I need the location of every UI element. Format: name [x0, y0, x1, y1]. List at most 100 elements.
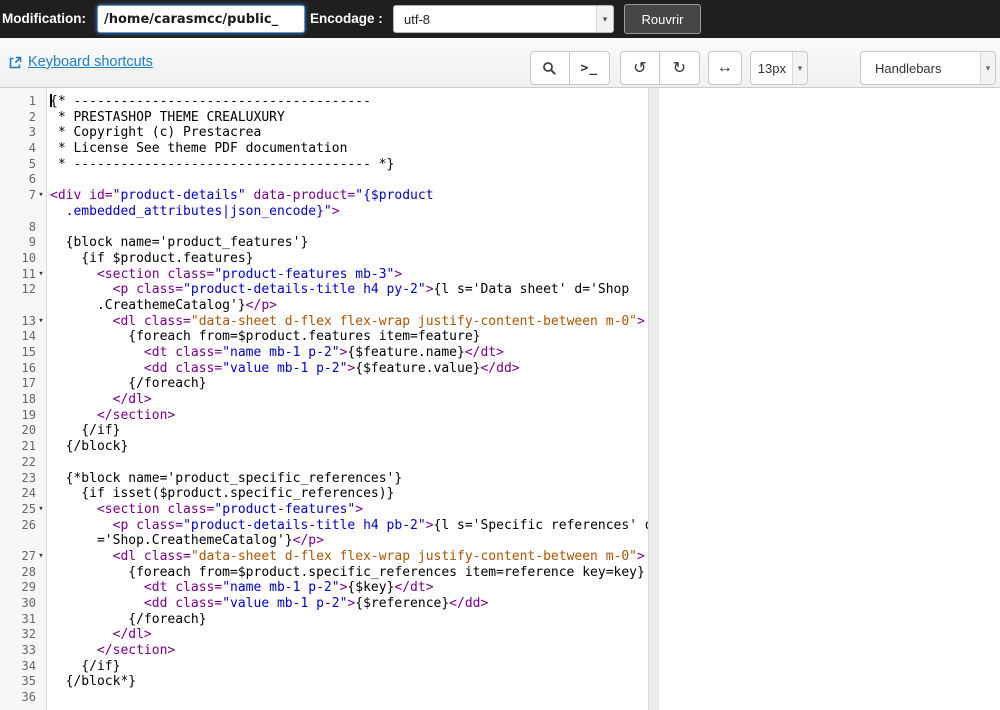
code-line[interactable]: .CreathemeCatalog'}</p>: [0, 298, 648, 314]
line-gutter: 17: [0, 376, 46, 392]
fold-arrow-icon[interactable]: ▾: [36, 549, 46, 565]
code-line[interactable]: .embedded_attributes|json_encode}">: [0, 204, 648, 220]
code-line[interactable]: 10 {if $product.features}: [0, 251, 648, 267]
code-text: {/foreach}: [50, 611, 207, 627]
line-gutter: 25 ▾: [0, 502, 46, 518]
code-line[interactable]: 8: [0, 220, 648, 236]
code-line[interactable]: 25 ▾ <section class="product-features">: [0, 502, 648, 518]
code-line[interactable]: 31 {/foreach}: [0, 612, 648, 628]
path-input[interactable]: [97, 5, 305, 33]
code-line[interactable]: 12 <p class="product-details-title h4 py…: [0, 282, 648, 298]
fold-arrow-icon[interactable]: ▾: [36, 267, 46, 283]
code-line[interactable]: 21 {/block}: [0, 439, 648, 455]
syntax-mode-select[interactable]: Handlebars ▾: [860, 51, 996, 85]
syntax-mode-value: Handlebars: [875, 60, 942, 76]
code-line[interactable]: 15 <dt class="name mb-1 p-2">{$feature.n…: [0, 345, 648, 361]
keyboard-shortcuts-link[interactable]: Keyboard shortcuts: [8, 54, 153, 70]
line-gutter: 22: [0, 455, 46, 471]
line-number: 28: [21, 564, 36, 579]
code-line[interactable]: 35 {/block*}: [0, 674, 648, 690]
code-line[interactable]: 33 </section>: [0, 643, 648, 659]
code-line[interactable]: 13 ▾ <dl class="data-sheet d-flex flex-wr…: [0, 314, 648, 330]
code-text: ='Shop.CreathemeCatalog'}</p>: [50, 533, 324, 549]
line-number: 20: [21, 423, 36, 438]
fold-arrow-icon[interactable]: ▾: [36, 502, 46, 518]
fold-arrow-icon[interactable]: ▾: [36, 188, 46, 204]
fold-gutter-spacer: [36, 580, 46, 596]
code-line[interactable]: 19 </section>: [0, 408, 648, 424]
word-wrap-button[interactable]: ↔: [707, 51, 742, 85]
fold-gutter-spacer: [36, 298, 46, 314]
line-gutter: 35: [0, 674, 46, 690]
code-editor[interactable]: 1 {* ------------------------------------…: [0, 88, 659, 710]
code-line[interactable]: 9 {block name='product_features'}: [0, 235, 648, 251]
line-gutter: 34: [0, 659, 46, 675]
code-line[interactable]: 2 * PRESTASHOP THEME CREALUXURY: [0, 110, 648, 126]
code-line[interactable]: 27 ▾ <dl class="data-sheet d-flex flex-wr…: [0, 549, 648, 565]
code-line[interactable]: 16 <dd class="value mb-1 p-2">{$feature.…: [0, 361, 648, 377]
fold-gutter-spacer: [36, 94, 46, 110]
code-line[interactable]: 30 <dd class="value mb-1 p-2">{$referenc…: [0, 596, 648, 612]
code-line[interactable]: 34 {/if}: [0, 659, 648, 675]
search-button[interactable]: [529, 51, 570, 85]
line-gutter: 11 ▾: [0, 267, 46, 283]
fold-gutter-spacer: [36, 565, 46, 581]
line-number: [0, 204, 36, 220]
code-line[interactable]: 7 ▾ <div id="product-details" data-product…: [0, 188, 648, 204]
fold-gutter-spacer: [36, 141, 46, 157]
code-line[interactable]: 17 {/foreach}: [0, 376, 648, 392]
line-number: 29: [21, 580, 36, 595]
code-text: .CreathemeCatalog'}</p>: [50, 297, 277, 313]
line-number: 1: [28, 94, 36, 108]
fold-gutter-spacer: [36, 408, 46, 424]
code-line[interactable]: 32 </dl>: [0, 627, 648, 643]
font-size-select[interactable]: 13px ▾: [749, 51, 808, 85]
code-line[interactable]: 24 {if isset($product.specific_reference…: [0, 486, 648, 502]
line-number: 14: [21, 329, 36, 344]
code-text: {/block}: [50, 439, 129, 455]
code-line[interactable]: 26 <p class="product-details-title h4 pb…: [0, 518, 653, 534]
fold-gutter-spacer: [36, 423, 46, 439]
code-line[interactable]: 11 ▾ <section class="product-features mb-…: [0, 267, 648, 283]
line-gutter: 32: [0, 627, 46, 643]
fold-gutter-spacer: [36, 361, 46, 377]
code-line[interactable]: 29 <dt class="name mb-1 p-2">{$key}</dt>: [0, 580, 648, 596]
reopen-button[interactable]: Rouvrir: [624, 4, 701, 34]
redo-button[interactable]: ↻: [659, 51, 700, 85]
code-line[interactable]: 14 {foreach from=$product.features item=…: [0, 329, 648, 345]
line-number: 18: [21, 392, 36, 407]
code-lines: 1 {* ------------------------------------…: [0, 94, 653, 706]
editor-toolbar: Keyboard shortcuts >_ ↺ ↻ ↔ 13px ▾ Handl…: [0, 38, 1000, 88]
code-line[interactable]: ='Shop.CreathemeCatalog'}</p>: [0, 533, 648, 549]
code-line[interactable]: 22: [0, 455, 648, 471]
line-gutter: 10: [0, 251, 46, 267]
console-button[interactable]: >_: [569, 51, 610, 85]
line-gutter: 28: [0, 565, 46, 581]
line-number: 9: [28, 235, 36, 250]
fold-gutter-spacer: [36, 345, 46, 361]
code-line[interactable]: 1 {* ------------------------------------…: [0, 94, 648, 110]
code-text: <div id="product-details" data-product="…: [50, 188, 434, 204]
code-text: * License See theme PDF documentation: [50, 141, 348, 157]
code-line[interactable]: 28 {foreach from=$product.specific_refer…: [0, 565, 648, 581]
encoding-label: Encodage :: [310, 11, 383, 26]
code-line[interactable]: 5 * ------------------------------------…: [0, 157, 648, 173]
code-line[interactable]: 3 * Copyright (c) Prestacrea: [0, 125, 648, 141]
line-number: 34: [21, 658, 36, 673]
code-line[interactable]: 23 {*block name='product_specific_refere…: [0, 471, 648, 487]
code-line[interactable]: 20 {/if}: [0, 423, 648, 439]
fold-gutter-spacer: [36, 627, 46, 643]
code-line[interactable]: 36: [0, 690, 648, 706]
fold-gutter-spacer: [36, 235, 46, 251]
line-gutter: 30: [0, 596, 46, 612]
code-line[interactable]: 18 </dl>: [0, 392, 648, 408]
encoding-select[interactable]: utf-8 ▾: [393, 5, 614, 33]
code-line[interactable]: 6: [0, 172, 648, 188]
undo-icon: ↺: [633, 60, 647, 77]
undo-button[interactable]: ↺: [619, 51, 660, 85]
fold-gutter-spacer: [36, 486, 46, 502]
editor-scrollbar[interactable]: [648, 88, 659, 710]
fold-arrow-icon[interactable]: ▾: [36, 314, 46, 330]
code-line[interactable]: 4 * License See theme PDF documentation: [0, 141, 648, 157]
